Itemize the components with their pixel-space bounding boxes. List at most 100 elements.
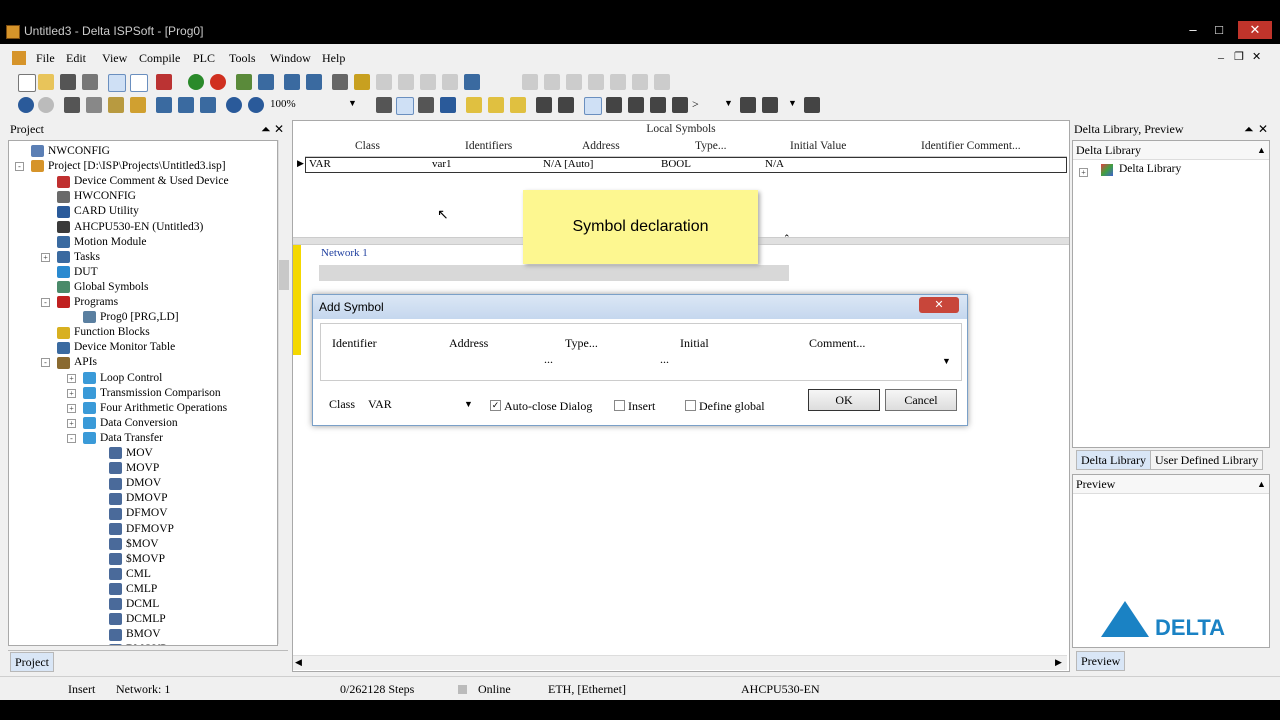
save-icon[interactable] bbox=[60, 74, 76, 90]
tree-item[interactable]: Data Conversion bbox=[83, 416, 178, 431]
library-pin-icon[interactable]: ⏶ bbox=[1244, 120, 1254, 138]
library-expand-icon[interactable]: + bbox=[1079, 168, 1088, 177]
panel-close-icon[interactable]: ✕ bbox=[274, 120, 284, 138]
splitter-collapse-icon[interactable]: ⌃ bbox=[783, 233, 791, 244]
tab-preview[interactable]: Preview bbox=[1076, 651, 1126, 671]
dropdown-arrow-icon[interactable]: ▼ bbox=[724, 98, 733, 108]
tree-item[interactable]: $MOV bbox=[109, 537, 159, 552]
mdi-close-icon[interactable]: ✕ bbox=[1252, 50, 1261, 63]
run-icon[interactable] bbox=[188, 74, 204, 90]
tree-item[interactable]: Function Blocks bbox=[57, 325, 150, 340]
device-icon[interactable] bbox=[354, 74, 370, 90]
menu-compile[interactable]: Compile bbox=[139, 51, 180, 66]
menu-tools[interactable]: Tools bbox=[229, 51, 256, 66]
tree-item[interactable]: Project [D:\ISP\Projects\Untitled3.isp] bbox=[31, 159, 226, 174]
network-label[interactable]: Network 1 bbox=[321, 247, 368, 259]
tree-item[interactable]: CMLP bbox=[109, 582, 157, 597]
window-layout-icon[interactable] bbox=[130, 74, 148, 92]
tree-item[interactable]: Tasks bbox=[57, 250, 100, 265]
app-menu-icon[interactable] bbox=[12, 51, 26, 65]
symbol-table-icon[interactable] bbox=[396, 97, 414, 115]
tree-item[interactable]: DFMOV bbox=[109, 506, 168, 521]
menu-file[interactable]: File bbox=[36, 51, 55, 66]
cancel-button[interactable]: Cancel bbox=[885, 389, 957, 411]
col-initial-value[interactable]: Initial Value bbox=[790, 140, 846, 152]
ladder-icon[interactable] bbox=[376, 97, 392, 113]
tree-item[interactable]: $MOVP bbox=[109, 552, 165, 567]
zoom-in-icon[interactable] bbox=[226, 97, 242, 113]
tree-item[interactable]: Four Arithmetic Operations bbox=[83, 401, 227, 416]
editor-hscrollbar[interactable]: ◀ ▶ bbox=[293, 655, 1067, 670]
comment-edit-icon[interactable] bbox=[488, 97, 504, 113]
tree-item[interactable]: DCMLP bbox=[109, 612, 166, 627]
tree-item[interactable]: Global Symbols bbox=[57, 280, 148, 295]
zoom-dropdown-icon[interactable]: ▼ bbox=[348, 98, 357, 108]
branch-icon[interactable] bbox=[740, 97, 756, 113]
initial-browse-button[interactable]: ... bbox=[660, 352, 669, 367]
edit-icon[interactable] bbox=[332, 74, 348, 90]
library-collapse-icon[interactable]: ▲ bbox=[1257, 141, 1266, 159]
tree-expander-icon[interactable]: - bbox=[15, 162, 24, 172]
tree-expander-icon[interactable]: + bbox=[67, 418, 76, 428]
tree-item[interactable]: Prog0 [PRG,LD] bbox=[83, 310, 179, 325]
tree-item[interactable]: Device Monitor Table bbox=[57, 340, 175, 355]
tree-scrollbar[interactable] bbox=[278, 140, 289, 644]
bracket-icon[interactable] bbox=[804, 97, 820, 113]
col-comment-entry[interactable]: Comment... bbox=[809, 336, 865, 351]
monitor-stop-icon[interactable] bbox=[306, 74, 322, 90]
tree-scroll-thumb[interactable] bbox=[279, 260, 289, 290]
library-root-label[interactable]: Delta Library bbox=[1119, 163, 1181, 175]
col-class[interactable]: Class bbox=[355, 140, 380, 152]
tree-item[interactable]: Data Transfer bbox=[83, 431, 163, 446]
tree-expander-icon[interactable]: + bbox=[67, 373, 76, 383]
zoom-select[interactable]: 100% bbox=[270, 98, 296, 110]
type-browse-button[interactable]: ... bbox=[544, 352, 553, 367]
download-icon[interactable] bbox=[236, 74, 252, 90]
menu-view[interactable]: View bbox=[102, 51, 127, 66]
line-icon[interactable] bbox=[672, 97, 688, 113]
settings-icon[interactable] bbox=[464, 74, 480, 90]
table-row[interactable]: ▶ VAR var1 N/A [Auto] BOOL N/A bbox=[293, 157, 1067, 173]
scroll-right-icon[interactable]: ▶ bbox=[1055, 657, 1062, 668]
tree-item[interactable]: Device Comment & Used Device bbox=[57, 174, 229, 189]
insert-label[interactable]: Insert bbox=[628, 399, 655, 414]
pin-icon[interactable]: ⏶ bbox=[261, 120, 271, 138]
tree-item[interactable]: BMOV bbox=[109, 627, 161, 642]
define-global-checkbox[interactable] bbox=[685, 399, 696, 411]
tree-item[interactable]: MOVP bbox=[109, 461, 159, 476]
tree-item[interactable]: HWCONFIG bbox=[57, 189, 136, 204]
col-identifier-comment[interactable]: Identifier Comment... bbox=[921, 140, 1021, 152]
tree-expander-icon[interactable]: + bbox=[67, 388, 76, 398]
scroll-left-icon[interactable]: ◀ bbox=[295, 657, 302, 668]
tree-item[interactable]: DFMOVP bbox=[109, 522, 174, 537]
network-comment-bar[interactable] bbox=[319, 265, 789, 281]
col-address[interactable]: Address bbox=[582, 140, 620, 152]
menu-help[interactable]: Help bbox=[322, 51, 345, 66]
tree-expander-icon[interactable]: - bbox=[41, 358, 50, 368]
library-close-icon[interactable]: ✕ bbox=[1258, 120, 1268, 138]
cell-address[interactable]: N/A [Auto] bbox=[543, 158, 593, 170]
eraser-icon[interactable] bbox=[130, 97, 146, 113]
new-file-icon[interactable] bbox=[18, 74, 36, 92]
contact-no-icon[interactable] bbox=[536, 97, 552, 113]
mdi-restore-icon[interactable]: ❐ bbox=[1234, 50, 1244, 63]
class-dropdown-icon[interactable]: ▼ bbox=[464, 399, 473, 409]
paste-icon[interactable] bbox=[108, 97, 124, 113]
col-type[interactable]: Type... bbox=[695, 140, 726, 152]
col-identifiers[interactable]: Identifiers bbox=[465, 140, 512, 152]
close-button[interactable]: ✕ bbox=[1238, 21, 1272, 39]
cell-identifier[interactable]: var1 bbox=[432, 158, 452, 170]
function-block-icon[interactable] bbox=[628, 97, 644, 113]
cell-class[interactable]: VAR bbox=[309, 158, 331, 170]
tree-item[interactable]: Programs bbox=[57, 295, 118, 310]
tree-item[interactable]: BMOVP bbox=[109, 642, 167, 645]
menu-edit[interactable]: Edit bbox=[66, 51, 86, 66]
tab-user-defined-library[interactable]: User Defined Library bbox=[1150, 450, 1264, 470]
tree-item[interactable]: MOV bbox=[109, 446, 153, 461]
compile-icon[interactable] bbox=[156, 74, 172, 90]
comment-dropdown-icon[interactable]: ▼ bbox=[942, 356, 951, 366]
project-view-icon[interactable] bbox=[108, 74, 126, 92]
back-icon[interactable] bbox=[18, 97, 34, 113]
tree-item[interactable]: Loop Control bbox=[83, 371, 162, 386]
api-icon[interactable] bbox=[650, 97, 666, 113]
